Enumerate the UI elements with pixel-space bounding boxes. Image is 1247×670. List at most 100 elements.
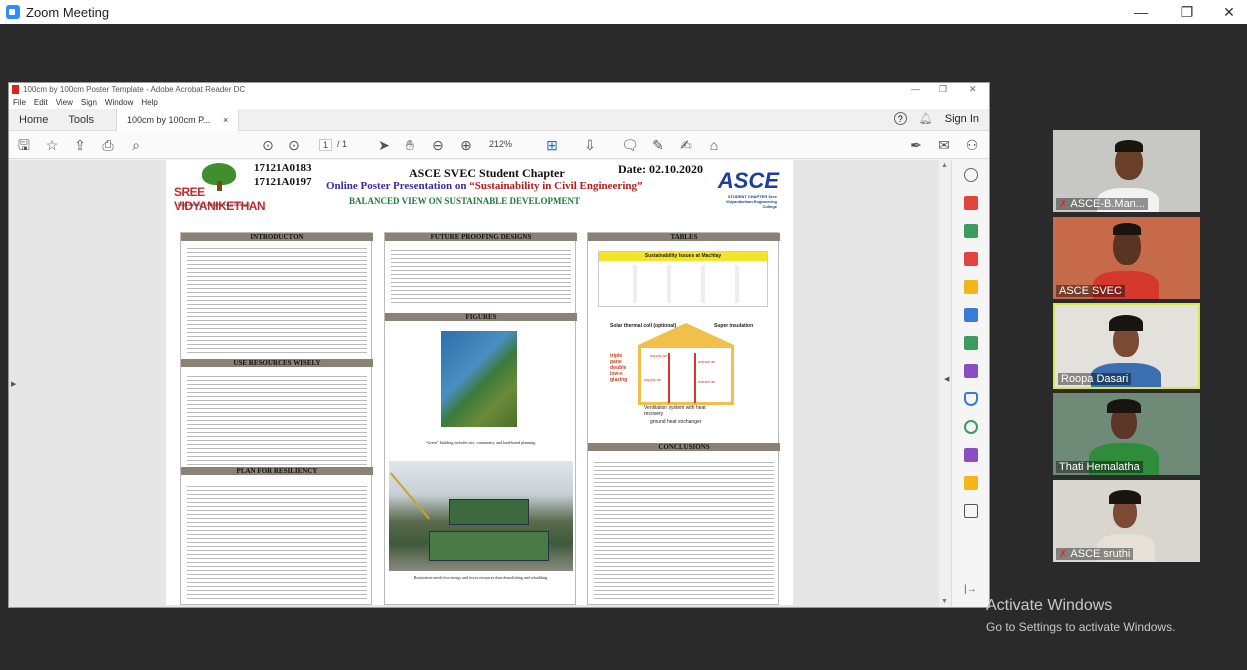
share-user-icon[interactable]: ⚇ [963,136,981,154]
resources-text-block [187,373,367,465]
protect-icon[interactable] [964,392,978,406]
comment-tool-icon[interactable] [964,280,978,294]
menu-window[interactable]: Window [105,96,133,109]
poster-subtitle: BALANCED VIEW ON SUSTAINABLE DEVELOPMENT [349,196,581,206]
left-panel-toggle[interactable]: ▶ [9,160,19,607]
send-review-icon[interactable] [964,476,978,490]
save-icon[interactable]: 🖫︎ [15,136,33,154]
zoom-tool-icon[interactable] [964,168,978,182]
edit-pdf-icon[interactable] [964,364,978,378]
hand-tool-icon[interactable]: ✋︎ [401,136,419,154]
diagram-extract-1: extract air [698,359,716,364]
restore-button[interactable]: ❐ [1164,0,1210,24]
acrobat-titlebar: 100cm by 100cm Poster Template - Adobe A… [9,83,989,96]
tab-close-icon[interactable]: × [223,115,228,125]
optimize-icon[interactable] [964,420,978,434]
section-future: FUTURE PROOFING DESIGNS [385,233,577,241]
diagram-super: Super insulation [714,323,754,329]
diagram-solar: Solar thermal coll (optional) [610,323,677,329]
poster-column-right: TABLES Sustainability Issues at Machlay … [587,232,780,605]
menu-help[interactable]: Help [141,96,157,109]
asce-logo: ASCE [717,168,779,193]
shared-screen-acrobat[interactable]: 100cm by 100cm Poster Template - Adobe A… [8,82,990,608]
participant-tile[interactable]: Thati Hemalatha [1053,393,1200,475]
participant-tile[interactable]: ASCE SVEC [1053,217,1200,299]
email-icon[interactable]: ✉︎ [935,136,953,154]
menu-sign[interactable]: Sign [81,96,97,109]
acrobat-close-icon[interactable]: ✕ [969,83,977,96]
poster-column-left: INTRODUCTON USE RESOURCES WISELY PLAN FO… [180,232,373,605]
star-icon[interactable]: ☆ [43,136,61,154]
expand-left-icon[interactable]: ▶ [11,380,16,388]
scroll-mode-icon[interactable]: ⇩ [581,136,599,154]
page-down-icon[interactable]: ⊙ [285,136,303,154]
diagram-ground: ground heat exchanger [650,419,702,425]
zoom-logo-icon [6,5,20,19]
zoom-out-icon[interactable]: ⊖ [429,136,447,154]
document-viewport[interactable]: ▶ SREE VIDYANIKETHAN Engineering College… [9,160,989,607]
highlight-pen-icon[interactable]: ✎ [649,136,667,154]
menu-file[interactable]: File [13,96,26,109]
roll-number-1: 17121A0183 [254,162,312,174]
figure1-caption: “Green” building includes site, communit… [425,440,537,445]
sustainability-table: Sustainability Issues at Machlay [598,251,768,307]
create-pdf-icon[interactable] [964,252,978,266]
select-cursor-icon[interactable]: ➤ [375,136,393,154]
fill-sign-icon[interactable]: ✒︎ [907,136,925,154]
export-pdf-icon[interactable] [964,224,978,238]
diagram-supply-2: supply air [644,377,662,382]
fill-sign-tool-icon[interactable] [964,448,978,462]
section-introduction: INTRODUCTON [181,233,373,241]
search-icon[interactable]: ⌕ [127,136,145,154]
sign-icon[interactable]: ✍︎ [677,136,695,154]
activate-windows-title: Activate Windows [986,597,1113,614]
participant-name: ✗ ASCE sruthi [1056,548,1134,560]
participant-tile[interactable]: ✗ ASCE sruthi [1053,480,1200,562]
zoom-in-icon[interactable]: ⊕ [457,136,475,154]
acrobat-restore-icon[interactable]: ❐ [939,83,947,96]
future-text-block [391,247,571,305]
acrobat-toolbar: 🖫︎ ☆ ⇪ ⎙ ⌕ ⊙ ⊙ 1 / 1 ➤ ✋︎ ⊖ ⊕ 212% ⊞ ⇩ 🗨… [9,131,989,159]
participant-tile[interactable]: ✗ ASCE-B.Man... [1053,130,1200,212]
modular-construction-image [389,461,573,571]
collapse-right-icon[interactable]: ◀ [944,375,949,383]
print-icon[interactable]: ⎙ [99,136,117,154]
poster-page: SREE VIDYANIKETHAN Engineering College (… [166,160,793,605]
page-up-icon[interactable]: ⊙ [259,136,277,154]
bell-icon[interactable]: 🔔︎ [919,112,933,125]
help-icon[interactable]: ? [893,112,907,125]
tab-home[interactable]: Home [9,109,58,131]
sign-in-link[interactable]: Sign In [945,113,979,125]
upload-icon[interactable]: ⇪ [71,136,89,154]
chapter-title: ASCE SVEC Student Chapter [409,166,565,180]
acrobat-tabs: Home Tools 100cm by 100cm P... × ? 🔔︎ Si… [9,108,989,131]
section-resiliency: PLAN FOR RESILIENCY [181,467,373,475]
participant-name: ASCE SVEC [1056,285,1125,297]
fit-page-icon[interactable]: ⊞ [543,136,561,154]
tab-tools[interactable]: Tools [58,109,104,131]
diagram-glazing: triple pane double low-e glazing [610,353,628,383]
participant-tile-active-speaker[interactable]: Roopa Dasari [1053,303,1200,389]
tools-right-panel: ◀ |→ [944,160,989,607]
combine-files-icon[interactable] [964,308,978,322]
document-scrollbar[interactable]: ▲ ▼ [939,160,951,607]
stamp-icon[interactable]: ⌂ [705,136,723,154]
menu-view[interactable]: View [56,96,73,109]
close-button[interactable]: ✕ [1206,0,1247,24]
participant-name: Thati Hemalatha [1056,461,1143,473]
menu-edit[interactable]: Edit [34,96,48,109]
page-number-input[interactable]: 1 [319,139,333,151]
expand-panel-icon[interactable]: |→ [964,584,977,595]
organize-pages-icon[interactable] [964,196,978,210]
college-logo: SREE VIDYANIKETHAN Engineering College (… [174,163,266,215]
zoom-level-select[interactable]: 212% [489,139,512,149]
more-tools-icon[interactable] [964,504,978,518]
tab-document[interactable]: 100cm by 100cm P... × [116,108,240,131]
scan-ocr-icon[interactable] [964,336,978,350]
tab-document-label: 100cm by 100cm P... [127,114,211,125]
acrobat-minimize-icon[interactable]: — [911,83,920,96]
participant-name: Roopa Dasari [1058,373,1132,385]
minimize-button[interactable]: — [1118,0,1164,24]
comment-icon[interactable]: 🗨︎ [621,136,639,154]
intro-text-block [187,245,367,355]
